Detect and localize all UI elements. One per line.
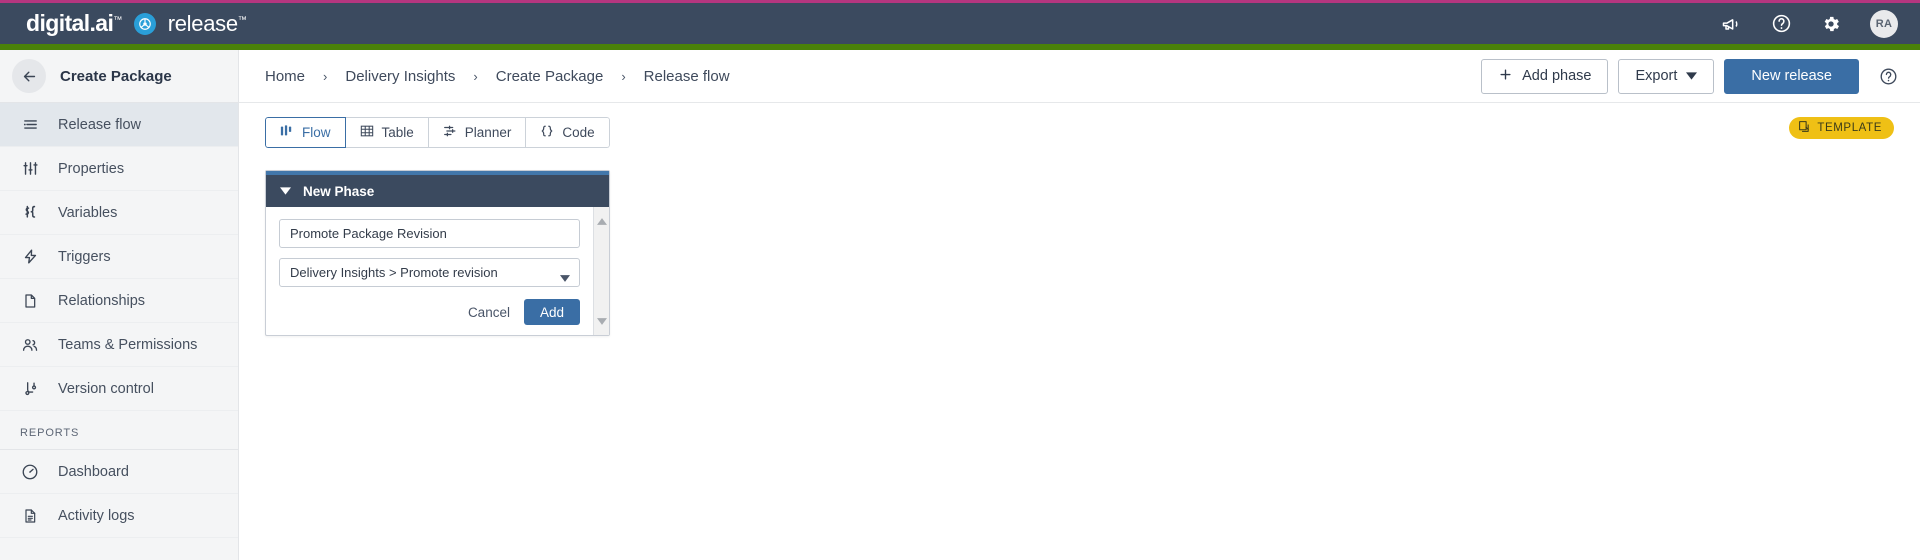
caret-down-icon[interactable] <box>280 182 291 200</box>
breadcrumb-separator: › <box>621 68 626 84</box>
breadcrumb-bar: Home › Delivery Insights › Create Packag… <box>239 50 1920 103</box>
chevron-down-icon <box>1686 68 1698 84</box>
document-icon <box>20 293 40 309</box>
add-phase-button[interactable]: Add phase <box>1481 58 1609 94</box>
brand-product-name: release™ <box>167 10 247 36</box>
export-button[interactable]: Export <box>1618 58 1715 94</box>
release-flow-icon <box>20 116 40 133</box>
tab-label: Code <box>562 125 595 140</box>
sidebar-item-variables[interactable]: Variables <box>0 191 238 235</box>
cancel-button[interactable]: Cancel <box>468 305 510 320</box>
tab-label: Table <box>381 125 414 140</box>
lightning-icon <box>20 248 40 265</box>
new-release-label: New release <box>1751 68 1832 84</box>
card-scrollbar[interactable] <box>593 207 609 335</box>
help-circle-icon[interactable] <box>1879 67 1898 86</box>
brand-logo[interactable]: digital.ai™ release™ <box>26 10 247 36</box>
status-badge-label: TEMPLATE <box>1817 122 1882 134</box>
variable-icon <box>20 203 40 222</box>
breadcrumb-item-release-flow[interactable]: Release flow <box>644 68 730 85</box>
release-logo-icon <box>133 12 156 35</box>
sidebar-item-release-flow[interactable]: Release flow <box>0 103 238 147</box>
export-label: Export <box>1635 68 1678 84</box>
scroll-down-arrow-icon[interactable] <box>596 312 607 330</box>
add-phase-label: Add phase <box>1522 68 1592 84</box>
breadcrumb-item-home[interactable]: Home <box>265 68 305 85</box>
sidebar-item-label: Relationships <box>58 292 146 309</box>
table-grid-icon <box>360 124 374 141</box>
tab-flow[interactable]: Flow <box>265 117 346 148</box>
sidebar-item-label: Variables <box>58 204 118 221</box>
plus-icon <box>1498 67 1513 86</box>
add-button[interactable]: Add <box>523 299 580 325</box>
brand-trademark: ™ <box>113 14 122 25</box>
planner-gantt-icon <box>443 124 457 141</box>
breadcrumb-item-create-package[interactable]: Create Package <box>496 68 604 85</box>
sidebar-item-triggers[interactable]: Triggers <box>0 235 238 279</box>
sidebar-item-teams-permissions[interactable]: Teams & Permissions <box>0 323 238 367</box>
template-icon <box>1798 120 1811 136</box>
user-avatar[interactable]: RA <box>1870 9 1898 38</box>
phase-form: Cancel Add <box>266 207 593 335</box>
page-actions: Add phase Export New release <box>1481 58 1898 94</box>
tab-label: Flow <box>302 125 331 140</box>
sidebar-item-properties[interactable]: Properties <box>0 147 238 191</box>
task-type-select[interactable] <box>279 258 580 287</box>
people-icon <box>20 336 40 354</box>
tab-label: Planner <box>464 125 512 140</box>
code-braces-icon <box>540 124 554 141</box>
phase-title: New Phase <box>303 183 375 199</box>
sidebar-item-relationships[interactable]: Relationships <box>0 279 238 323</box>
breadcrumb-separator: › <box>323 68 328 84</box>
sidebar-item-dashboard[interactable]: Dashboard <box>0 450 238 494</box>
top-navigation-bar: digital.ai™ release™ RA <box>0 3 1920 44</box>
task-type-select-wrapper <box>279 258 580 287</box>
sidebar-section-reports: REPORTS <box>0 411 238 450</box>
help-icon[interactable] <box>1770 13 1792 35</box>
flow-canvas: New Phase Cancel Add <box>239 148 1920 336</box>
sliders-icon <box>20 160 40 177</box>
sidebar-item-version-control[interactable]: Version control <box>0 367 238 411</box>
sidebar-item-label: Version control <box>58 380 154 397</box>
back-arrow-icon[interactable] <box>12 59 46 93</box>
tab-code[interactable]: Code <box>526 117 610 148</box>
activity-log-icon <box>20 508 40 524</box>
status-badge: TEMPLATE <box>1789 117 1894 139</box>
new-release-button[interactable]: New release <box>1724 58 1859 94</box>
phase-card-actions: Cancel Add <box>279 299 580 325</box>
sidebar-header: Create Package <box>0 50 238 103</box>
flow-bars-icon <box>280 124 294 141</box>
sidebar-item-activity-logs[interactable]: Activity logs <box>0 494 238 538</box>
tab-planner[interactable]: Planner <box>428 117 527 148</box>
phase-card-header[interactable]: New Phase <box>266 175 609 207</box>
sidebar-item-label: Teams & Permissions <box>58 336 198 353</box>
product-trademark: ™ <box>237 14 247 25</box>
brand-name: digital.ai™ <box>26 10 122 36</box>
gauge-icon <box>20 463 40 481</box>
sidebar-item-label: Triggers <box>58 248 111 265</box>
announcement-icon[interactable] <box>1720 13 1742 35</box>
sidebar-title: Create Package <box>60 67 172 85</box>
task-name-input[interactable] <box>279 219 580 248</box>
sidebar-item-label: Properties <box>58 160 125 177</box>
view-tabs: Flow Table Planner Code <box>265 117 610 148</box>
main-content: Home › Delivery Insights › Create Packag… <box>239 50 1920 560</box>
tab-table[interactable]: Table <box>345 117 429 148</box>
breadcrumb-item-delivery-insights[interactable]: Delivery Insights <box>345 68 455 85</box>
settings-gear-icon[interactable] <box>1820 13 1842 35</box>
phase-card-body: Cancel Add <box>266 207 609 335</box>
sidebar-item-label: Dashboard <box>58 463 129 480</box>
scroll-up-arrow-icon[interactable] <box>596 212 607 230</box>
toolbar-row: Flow Table Planner Code TEMPLATE <box>239 103 1920 148</box>
new-phase-card: New Phase Cancel Add <box>265 170 610 336</box>
breadcrumb-separator: › <box>473 68 478 84</box>
breadcrumb: Home › Delivery Insights › Create Packag… <box>265 68 730 85</box>
sidebar-item-label: Activity logs <box>58 507 135 524</box>
branch-icon <box>20 380 40 397</box>
sidebar: Create Package Release flow Properties V… <box>0 50 239 560</box>
sidebar-item-label: Release flow <box>58 116 142 133</box>
topbar-icon-group: RA <box>1720 9 1898 38</box>
